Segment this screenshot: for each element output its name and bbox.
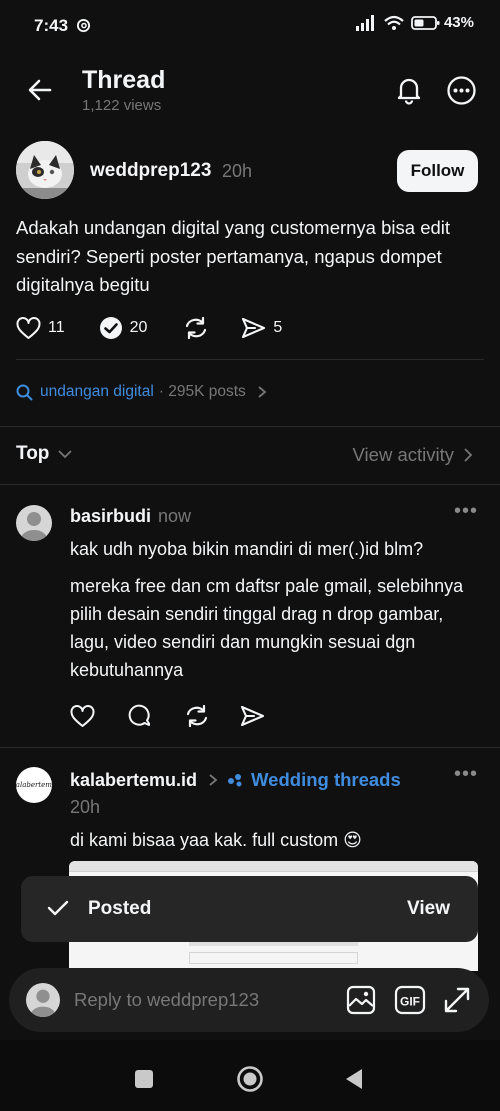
reply-time: now [158,506,192,526]
check-icon [47,900,69,916]
reply-username[interactable]: basirbudi [70,506,151,527]
repost-count: 20 [129,319,148,336]
reply-text: di kami bisaa yaa kak. full custom 😍 [70,830,362,850]
system-nav-bar [0,1040,500,1111]
divider [16,359,484,360]
chevron-right-icon [258,386,267,398]
community-link[interactable]: Wedding threads [251,769,401,791]
back-arrow-icon[interactable] [26,76,54,104]
like-button[interactable]: 11 [16,316,65,340]
wifi-icon [384,15,404,30]
status-indicators: 43% [355,14,474,31]
view-activity-label: View activity [352,444,454,465]
recents-icon[interactable] [134,1069,154,1089]
battery-percent: 43% [443,14,474,31]
divider [0,747,500,748]
reply-header: kalabertemu.id Wedding threads [70,769,401,791]
sort-dropdown[interactable]: Top [16,443,73,465]
divider [0,426,500,427]
repost-icon[interactable] [184,704,210,728]
quote-button[interactable] [183,316,209,340]
back-nav-icon[interactable] [344,1067,364,1091]
battery-icon [411,15,440,30]
reply-header: basirbudi now [70,506,191,527]
comment-icon[interactable] [128,704,152,728]
topic-label: undangan digital [40,383,154,400]
gif-icon[interactable]: GIF [394,985,426,1015]
sort-label: Top [16,443,50,464]
post-text: Adakah undangan digital yang customernya… [16,217,451,295]
reply-bar[interactable]: Reply to weddprep123 GIF [9,968,489,1032]
default-avatar-icon [30,989,56,1017]
share-icon [242,317,266,339]
avatar[interactable] [16,505,52,541]
page-title: Thread [82,66,166,94]
default-avatar-icon [21,512,47,541]
reply-username[interactable]: kalabertemu.id [70,770,197,791]
topic-tag[interactable]: undangan digital · 295K posts [16,383,268,401]
chevron-down-icon [58,450,73,459]
avatar [26,983,60,1017]
avatar[interactable] [16,141,74,199]
svg-text:GIF: GIF [400,995,420,1009]
view-count: 1,122 views [82,97,162,114]
topic-post-count: · 295K posts [158,383,246,400]
search-icon [16,384,33,400]
post-username[interactable]: weddprep123 [90,160,211,182]
repost-button[interactable]: 20 [99,316,148,340]
avatar-logo-text: kalabertemu [16,781,52,789]
share-button[interactable]: 5 [241,317,282,339]
share-icon[interactable] [240,705,265,727]
reply-text: mereka free dan cm daftsr pale gmail, se… [70,576,464,680]
reply-input[interactable]: Reply to weddprep123 [74,989,259,1011]
chevron-right-icon [209,774,218,786]
post-time: 20h [222,161,253,181]
heart-icon[interactable] [70,704,95,728]
cat-avatar-image [16,141,74,199]
home-icon[interactable] [236,1065,264,1093]
repost-icon [99,317,122,339]
reply-more-icon[interactable]: ••• [454,500,478,523]
threads-status-icon [76,18,90,33]
view-activity-link[interactable]: View activity [353,444,474,466]
bell-icon[interactable] [394,75,424,105]
more-icon[interactable] [446,75,477,106]
avatar[interactable]: kalabertemu [16,767,52,803]
divider [0,484,500,485]
refresh-icon [186,316,207,340]
chevron-right-icon [464,448,473,462]
posted-toast: Posted View [21,876,478,942]
reply-time: 20h [70,797,101,817]
toast-message: Posted [88,898,152,919]
heart-icon [16,316,41,339]
reply-actions [70,704,265,728]
community-icon [228,774,242,787]
share-count: 5 [273,319,283,336]
like-count: 11 [48,319,65,336]
toast-view-button[interactable]: View [407,898,450,920]
reply-more-icon[interactable]: ••• [454,763,478,786]
expand-icon[interactable] [442,985,472,1015]
follow-button[interactable]: Follow [397,150,478,192]
post-actions: 11 20 5 [16,313,312,343]
signal-icon [355,14,374,31]
gallery-icon[interactable] [346,985,376,1015]
reply-text: kak udh nyoba bikin mandiri di mer(.)id … [70,539,424,559]
status-time: 7:43 [34,16,91,36]
